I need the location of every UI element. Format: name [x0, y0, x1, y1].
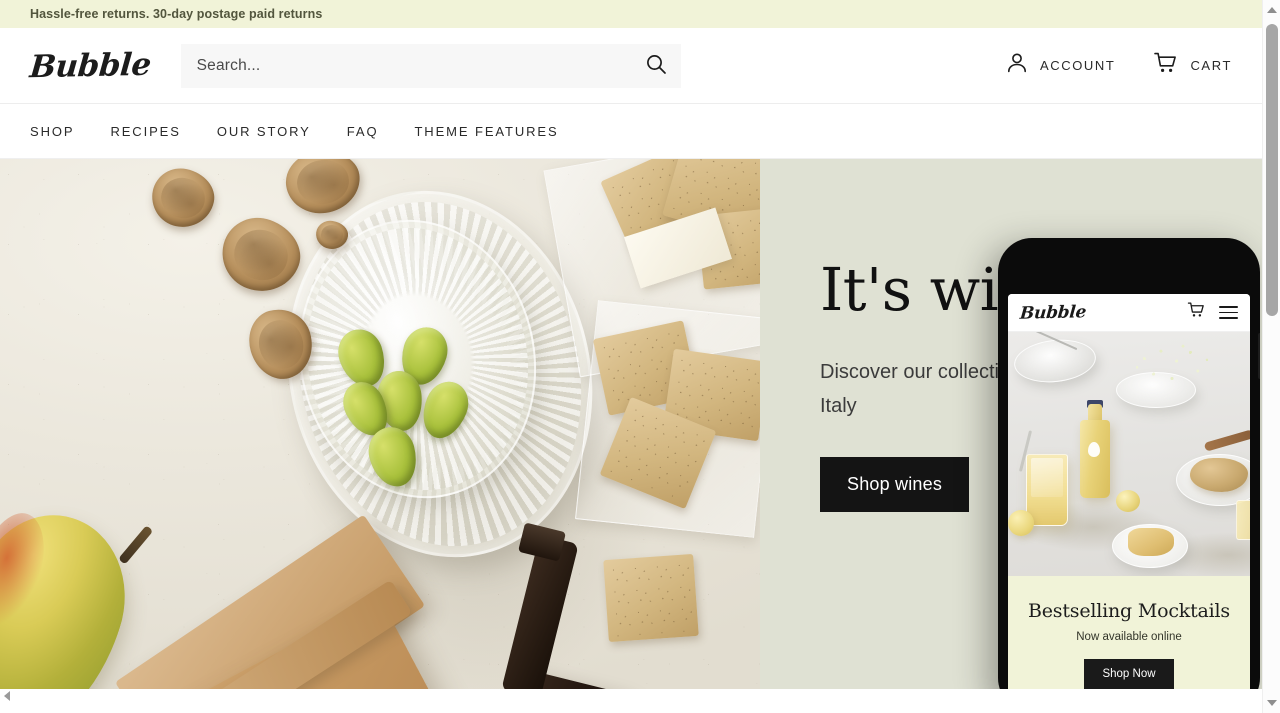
phone-screen: Bubble Bestselling Mocktails Now availab…	[1008, 294, 1250, 702]
announcement-bar: Hassle-free returns. 30-day postage paid…	[0, 0, 1262, 28]
mocktail-bottle	[1080, 420, 1110, 498]
bottle-label-dot	[1088, 442, 1100, 457]
phone-hero-image	[1008, 332, 1250, 576]
search-button[interactable]	[641, 51, 671, 81]
announcement-text: Hassle-free returns. 30-day postage paid…	[30, 7, 323, 21]
browser-viewport: Hassle-free returns. 30-day postage paid…	[0, 0, 1280, 713]
search-input[interactable]	[196, 56, 665, 75]
vertical-scrollbar[interactable]	[1262, 0, 1280, 713]
nav-item-recipes[interactable]: RECIPES	[110, 124, 180, 139]
elderflower-sprig	[1126, 340, 1218, 402]
search-bar[interactable]	[180, 43, 681, 88]
lemon	[1116, 490, 1140, 512]
promo-subtitle: Now available online	[1076, 631, 1182, 643]
pear-blush	[0, 504, 57, 638]
ginger-root	[1190, 458, 1248, 492]
mocktail-glass	[1026, 454, 1068, 526]
site-header: Bubble Search... ACCOUNT CART	[0, 28, 1262, 104]
honeycomb	[1128, 528, 1174, 556]
scroll-down-arrow-icon[interactable]	[1267, 700, 1277, 706]
lemon	[1008, 510, 1034, 536]
main-navigation: SHOP RECIPES OUR STORY FAQ THEME FEATURE…	[0, 104, 1262, 159]
nav-item-faq[interactable]: FAQ	[347, 124, 379, 139]
horizontal-scrollbar[interactable]	[0, 689, 1262, 702]
search-icon	[644, 52, 668, 79]
cart-icon	[1153, 51, 1179, 80]
phone-side-button[interactable]	[1258, 333, 1260, 379]
glass-bowl	[1012, 335, 1098, 387]
phone-logo[interactable]: Bubble	[1019, 302, 1087, 323]
shop-now-button[interactable]: Shop Now	[1084, 659, 1174, 689]
page-content: Hassle-free returns. 30-day postage paid…	[0, 0, 1262, 702]
nav-item-theme-features[interactable]: THEME FEATURES	[414, 124, 558, 139]
promo-title: Bestselling Mocktails	[1028, 600, 1230, 622]
phone-mockup: Bubble Bestselling Mocktails Now availab…	[998, 238, 1260, 702]
cart-icon[interactable]	[1187, 301, 1206, 324]
nav-item-our-story[interactable]: OUR STORY	[217, 124, 311, 139]
ice-cubes	[1031, 458, 1063, 497]
account-link[interactable]: ACCOUNT	[1005, 51, 1115, 80]
site-logo[interactable]: Bubble	[28, 46, 152, 85]
hero-image	[0, 159, 760, 702]
nav-item-shop[interactable]: SHOP	[30, 124, 74, 139]
glass-jar	[1236, 500, 1250, 540]
cart-label: CART	[1190, 58, 1232, 73]
user-icon	[1005, 51, 1029, 80]
cracker	[603, 553, 699, 643]
cinnamon-stick	[1203, 429, 1250, 452]
hamburger-menu-icon[interactable]	[1219, 306, 1238, 319]
header-actions: ACCOUNT CART	[1005, 51, 1232, 80]
phone-promo-block: Bestselling Mocktails Now available onli…	[1008, 576, 1250, 702]
scroll-left-arrow-icon[interactable]	[4, 691, 10, 701]
cart-link[interactable]: CART	[1153, 51, 1232, 80]
vertical-scrollbar-thumb[interactable]	[1266, 24, 1278, 316]
shop-wines-button[interactable]: Shop wines	[820, 456, 970, 512]
scroll-up-arrow-icon[interactable]	[1267, 7, 1277, 13]
account-label: ACCOUNT	[1039, 58, 1116, 73]
phone-header-icons	[1187, 301, 1238, 324]
phone-header: Bubble	[1008, 294, 1250, 332]
